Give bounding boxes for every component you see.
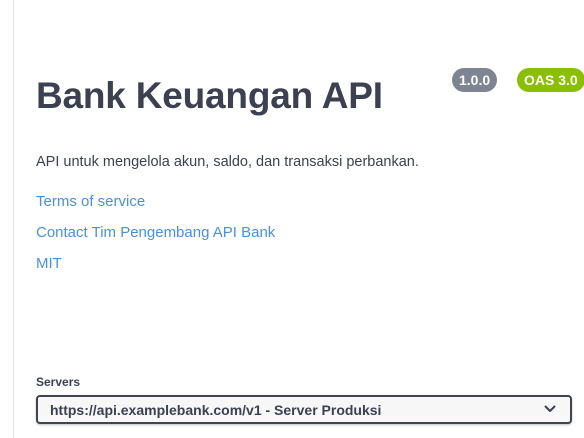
oas-version-badge: OAS 3.0 [517, 68, 584, 92]
page-title: Bank Keuangan API [36, 75, 383, 116]
left-divider [13, 0, 14, 438]
api-description: API untuk mengelola akun, saldo, dan tra… [36, 154, 419, 170]
license-link[interactable]: MIT [36, 254, 62, 274]
selected-server: https://api.examplebank.com/v1 - Server … [50, 402, 382, 418]
title-row: Bank Keuangan API 1.0.0 OAS 3.0 [36, 68, 584, 124]
terms-of-service-link[interactable]: Terms of service [36, 192, 145, 212]
contact-link[interactable]: Contact Tim Pengembang API Bank [36, 223, 275, 243]
servers-select[interactable]: https://api.examplebank.com/v1 - Server … [36, 395, 572, 424]
servers-label: Servers [36, 375, 81, 389]
version-badge: 1.0.0 [452, 68, 498, 92]
chevron-down-icon [544, 405, 556, 412]
